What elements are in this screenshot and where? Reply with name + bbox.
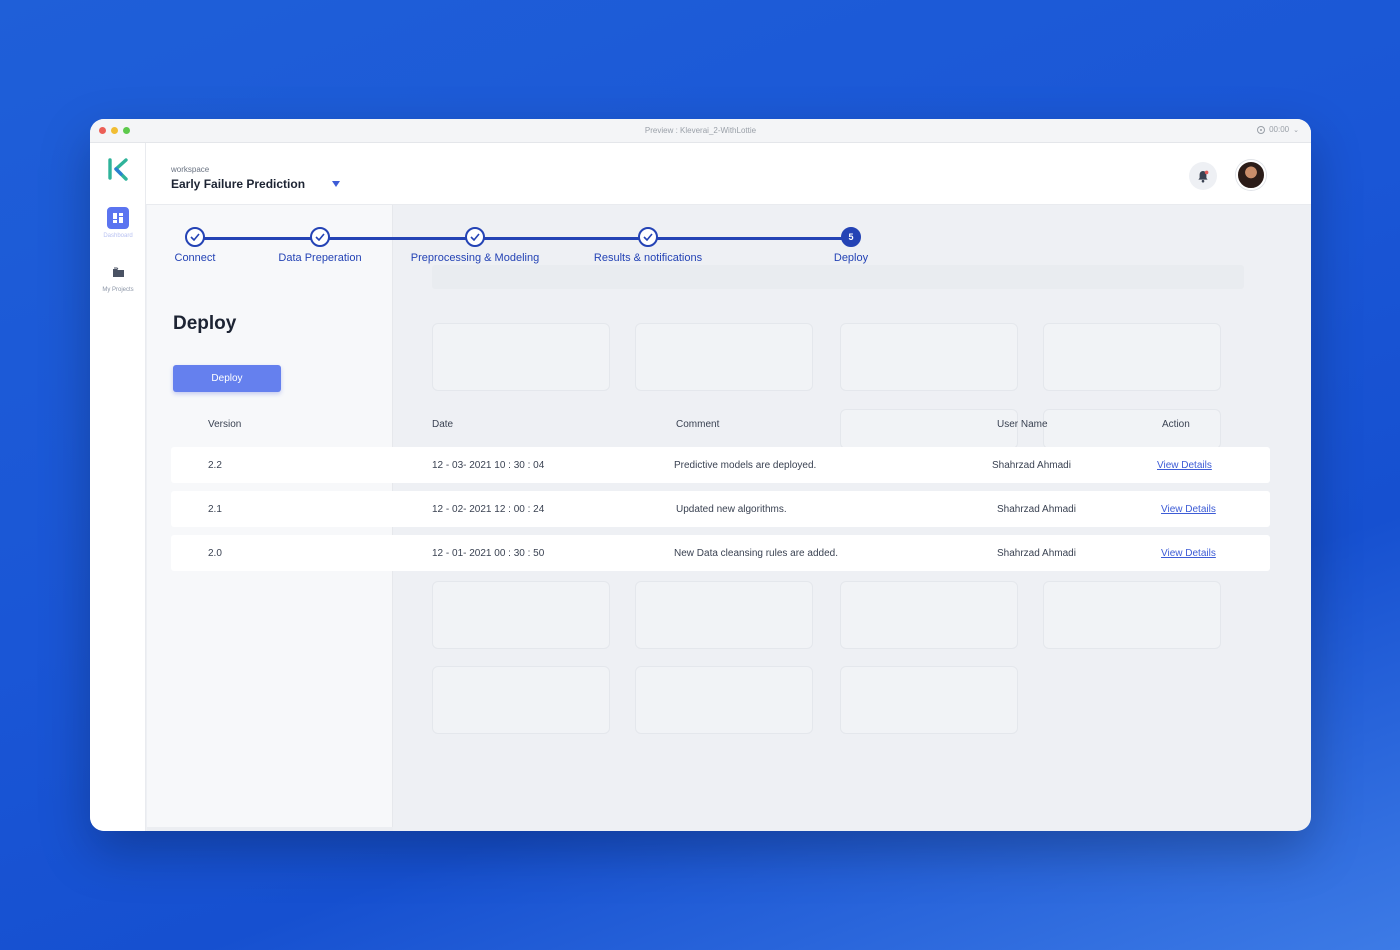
cell-user-name: Shahrzad Ahmadi [997,504,1076,515]
ghost-card [432,323,610,391]
ghost-card [635,581,813,649]
workspace-dropdown-icon[interactable] [332,181,340,187]
step-label: Preprocessing & Modeling [410,252,540,264]
cell-user-name: Shahrzad Ahmadi [997,548,1076,559]
ghost-card [840,666,1018,734]
ghost-card [432,666,610,734]
column-header-date: Date [432,419,454,430]
ghost-card [635,666,813,734]
view-details-link[interactable]: View Details [1161,548,1216,559]
ghost-card [1043,581,1221,649]
window-title: Preview : Kleverai_2-WithLottie [644,126,757,135]
deploy-button[interactable]: Deploy [173,365,281,392]
cell-version: 2.1 [208,504,222,515]
step-deploy[interactable]: 5 Deploy [781,227,921,264]
brand-logo [108,158,128,181]
step-label: Connect [174,252,216,264]
column-header-version: Version [208,419,242,430]
cell-comment: Updated new algorithms. [676,504,787,515]
notifications-button[interactable] [1189,162,1217,190]
cell-date: 12 - 02- 2021 12 : 00 : 24 [432,504,545,515]
ghost-card [432,581,610,649]
ghost-card [1043,323,1221,391]
step-number-badge: 5 [841,227,861,247]
column-header-user-name: User Name [997,419,1048,430]
column-header-action: Action [1162,419,1190,430]
app-window: Preview : Kleverai_2-WithLottie 00:00 ⌄ … [90,119,1311,831]
folder-icon [107,261,129,283]
workspace-name[interactable]: Early Failure Prediction [171,177,305,191]
recording-indicator: 00:00 ⌄ [1257,125,1299,134]
check-icon [310,227,330,247]
check-icon [638,227,658,247]
chevron-down-icon[interactable]: ⌄ [1293,126,1299,134]
sidebar-item-label: My Projects [102,287,134,293]
workspace-label: workspace [171,165,210,174]
table-row: 2.2 12 - 03- 2021 10 : 30 : 04 Predictiv… [171,447,1270,483]
table-row: 2.0 12 - 01- 2021 00 : 30 : 50 New Data … [171,535,1270,571]
dashboard-icon [107,207,129,229]
ghost-card [635,323,813,391]
step-label: Deploy [833,252,869,264]
recording-time: 00:00 [1269,125,1290,134]
cell-date: 12 - 03- 2021 10 : 30 : 04 [432,460,545,471]
ghost-toolbar [432,265,1244,289]
ghost-card [840,581,1018,649]
step-data-preperation[interactable]: Data Preperation [250,227,390,264]
view-details-link[interactable]: View Details [1157,460,1212,471]
top-header: workspace Early Failure Prediction [146,143,1311,205]
cell-version: 2.2 [208,460,222,471]
user-avatar[interactable] [1236,160,1266,190]
check-icon [185,227,205,247]
step-label: Results & notifications [593,252,703,264]
cell-comment: New Data cleansing rules are added. [674,548,838,559]
record-icon [1257,125,1266,134]
step-connect[interactable]: Connect [125,227,265,264]
step-label: Data Preperation [278,252,362,264]
view-details-link[interactable]: View Details [1161,504,1216,515]
ghost-card [840,323,1018,391]
bell-icon [1198,170,1209,182]
cell-date: 12 - 01- 2021 00 : 30 : 50 [432,548,545,559]
table-header: Version Date Comment User Name Action [90,415,1311,435]
cell-comment: Predictive models are deployed. [674,460,817,471]
title-bar: Preview : Kleverai_2-WithLottie 00:00 ⌄ [90,119,1311,143]
left-panel-footer [147,827,393,831]
cell-user-name: Shahrzad Ahmadi [992,460,1071,471]
cell-version: 2.0 [208,548,222,559]
step-preprocessing-modeling[interactable]: Preprocessing & Modeling [405,227,545,264]
sidebar-item-my-projects[interactable]: My Projects [90,261,146,293]
step-results-notifications[interactable]: Results & notifications [578,227,718,264]
table-row: 2.1 12 - 02- 2021 12 : 00 : 24 Updated n… [171,491,1270,527]
page-title: Deploy [173,313,237,334]
column-header-comment: Comment [676,419,720,430]
check-icon [465,227,485,247]
